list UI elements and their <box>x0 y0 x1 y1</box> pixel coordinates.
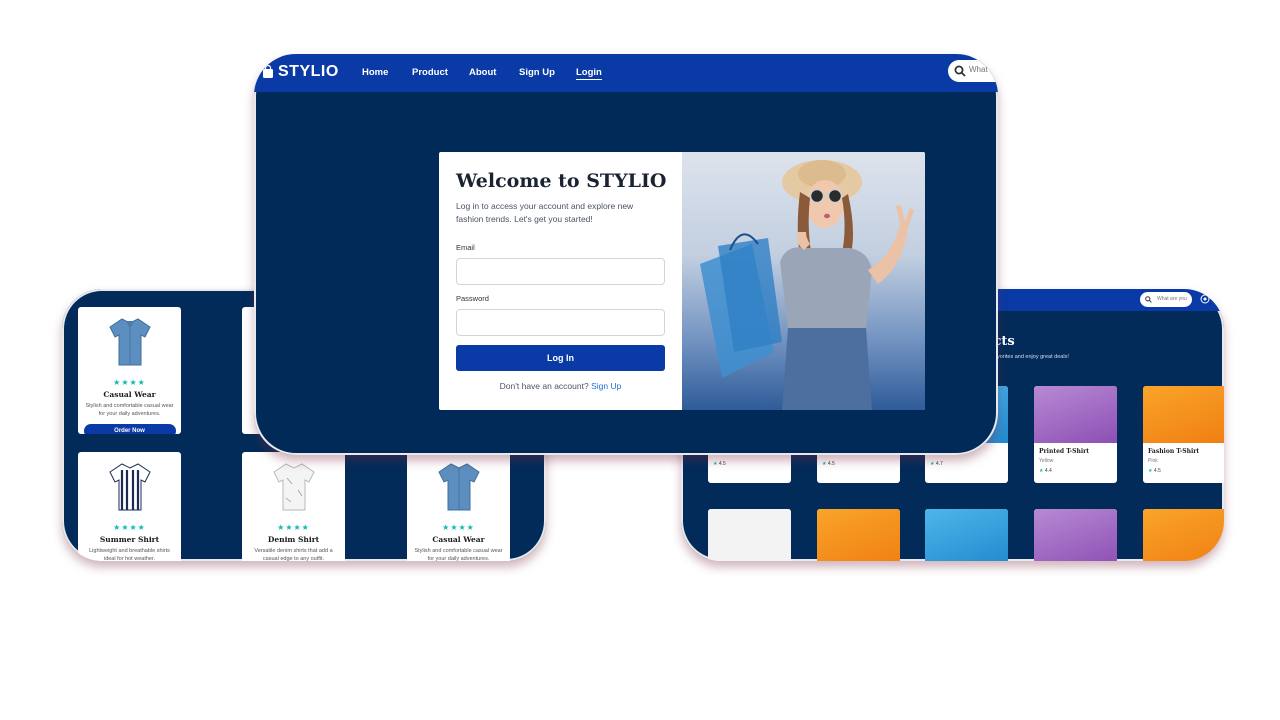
shopping-bag-icon <box>263 65 273 78</box>
product-description: Stylish and comfortable casual wear for … <box>414 548 503 561</box>
star-icon: ★ <box>1039 468 1044 474</box>
shirt-image <box>272 463 315 511</box>
search-placeholder: What are you <box>1157 296 1187 302</box>
product-card[interactable] <box>1034 509 1117 561</box>
nav-login[interactable]: Login <box>576 67 602 80</box>
product-image <box>1034 509 1117 561</box>
login-screen: STYLIO Home Product About Sign Up Login … <box>254 54 998 455</box>
star-icon: ★ <box>930 461 935 467</box>
search-input[interactable]: What are you <box>1140 292 1192 307</box>
rating-stars: ★★★★ <box>113 378 146 387</box>
password-label: Password <box>456 294 489 303</box>
rating-stars: ★★★★ <box>277 523 310 532</box>
product-image <box>1143 386 1224 443</box>
navbar: STYLIO Home Product About Sign Up Login <box>254 54 998 92</box>
brand-logo[interactable]: STYLIO <box>262 63 339 81</box>
product-card[interactable]: ★★★★ Casual Wear Stylish and comfortable… <box>407 452 510 561</box>
product-name: Fashion T-Shirt <box>1148 448 1200 455</box>
star-icon: ★ <box>1148 468 1153 474</box>
password-field[interactable] <box>456 309 665 336</box>
email-field[interactable] <box>456 258 665 285</box>
rating-stars: ★★★★ <box>113 523 146 532</box>
product-title: Casual Wear <box>432 535 485 544</box>
login-card: Welcome to STYLIO Log in to access your … <box>439 152 925 410</box>
shirt-image <box>437 463 480 511</box>
product-rating: ★ 4.7 <box>930 461 943 467</box>
product-description: Versatile denim shirts that add a casual… <box>254 548 333 561</box>
rating-stars: ★★★★ <box>442 523 475 532</box>
product-card[interactable]: ★★★★ Summer Shirt Lightweight and breath… <box>78 452 181 561</box>
email-label: Email <box>456 243 475 252</box>
product-image <box>817 509 900 561</box>
product-image <box>1143 509 1224 561</box>
product-card[interactable] <box>925 509 1008 561</box>
product-card[interactable] <box>708 509 791 561</box>
nav-signup[interactable]: Sign Up <box>519 67 555 78</box>
product-color: Pink <box>1148 458 1158 464</box>
search-input[interactable] <box>969 65 998 74</box>
login-subtitle: Log in to access your account and explor… <box>456 201 634 224</box>
product-description: Lightweight and breathable shirts ideal … <box>89 548 170 561</box>
search-box[interactable] <box>948 60 998 82</box>
nav-home[interactable]: Home <box>362 67 388 78</box>
login-form: Welcome to STYLIO Log in to access your … <box>439 152 682 410</box>
showcase-stage: ★★★★ Casual Wear Stylish and comfortable… <box>0 0 1280 720</box>
product-rating: ★ 4.5 <box>713 461 726 467</box>
signup-prompt: Don't have an account? Sign Up <box>439 381 682 391</box>
product-rating: ★ 4.4 <box>1039 468 1052 474</box>
product-name: Printed T-Shirt <box>1039 448 1090 455</box>
product-card[interactable]: ★★★★ Denim Shirt Versatile denim shirts … <box>242 452 345 561</box>
shirt-image <box>108 318 151 366</box>
woman-shopping-illustration <box>700 160 914 410</box>
nav-product[interactable]: Product <box>412 67 448 78</box>
product-card[interactable] <box>817 509 900 561</box>
product-card[interactable] <box>1143 509 1224 561</box>
nav-about[interactable]: About <box>469 67 496 78</box>
login-title: Welcome to STYLIO <box>456 170 667 192</box>
product-card[interactable]: Printed T-Shirt Yellow ★ 4.4 <box>1034 386 1117 483</box>
page-subtitle: vorites and enjoy great deals! <box>997 354 1069 360</box>
product-title: Denim Shirt <box>267 535 320 544</box>
product-title: Casual Wear <box>103 390 156 399</box>
brand-name: STYLIO <box>278 63 339 80</box>
product-rating: ★ 4.5 <box>822 461 835 467</box>
star-icon: ★ <box>822 461 827 467</box>
search-icon <box>1145 296 1152 303</box>
product-rating: ★ 4.5 <box>1148 468 1161 474</box>
order-now-button[interactable]: Order Now <box>83 424 176 434</box>
product-title: Summer Shirt <box>99 535 160 544</box>
search-icon <box>954 65 966 77</box>
product-image <box>708 509 791 561</box>
signup-link[interactable]: Sign Up <box>591 381 621 391</box>
user-icon[interactable] <box>1200 294 1210 304</box>
star-icon: ★ <box>713 461 718 467</box>
shirt-image <box>108 463 151 511</box>
product-image <box>1034 386 1117 443</box>
product-description: Stylish and comfortable casual wear for … <box>85 403 174 417</box>
product-card[interactable]: Fashion T-Shirt Pink ★ 4.5 <box>1143 386 1224 483</box>
product-card[interactable]: ★★★★ Casual Wear Stylish and comfortable… <box>78 307 181 434</box>
product-color: Yellow <box>1039 458 1054 464</box>
hero-image <box>682 152 925 410</box>
no-account-text: Don't have an account? <box>499 381 589 391</box>
product-image <box>925 509 1008 561</box>
login-button[interactable]: Log In <box>456 345 665 371</box>
